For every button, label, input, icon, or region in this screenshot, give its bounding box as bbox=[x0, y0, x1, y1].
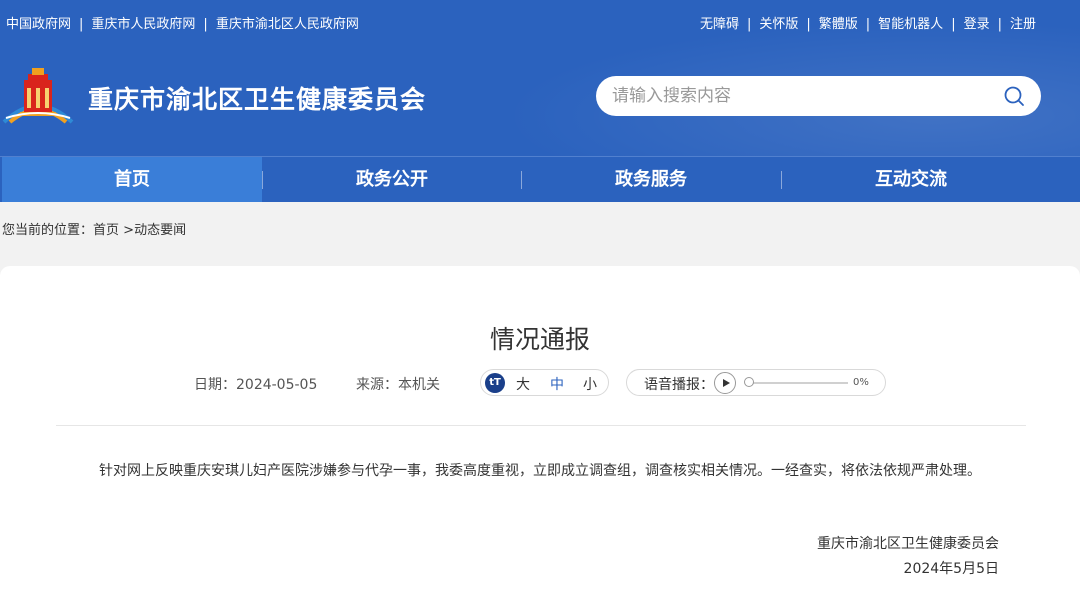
link-gov-cn[interactable]: 中国政府网 bbox=[6, 17, 71, 32]
audio-progress-knob[interactable] bbox=[744, 377, 754, 387]
site-title[interactable]: 重庆市渝北区卫生健康委员会 bbox=[88, 80, 426, 116]
search-input[interactable] bbox=[612, 84, 982, 108]
top-links-right: 无障碍 | 关怀版 | 繁體版 | 智能机器人 | 登录 | 注册 bbox=[699, 17, 1036, 32]
nav-item-services[interactable]: 政务服务 bbox=[521, 157, 781, 202]
breadcrumb-prefix: 您当前的位置： bbox=[2, 223, 94, 238]
article-date: 日期：2024-05-05 bbox=[194, 377, 318, 393]
emblem-icon[interactable] bbox=[2, 68, 74, 124]
article-card bbox=[0, 266, 1080, 605]
nav-item-public-affairs[interactable]: 政务公开 bbox=[262, 157, 522, 202]
article-title: 情况通报 bbox=[489, 325, 590, 354]
divider-line bbox=[56, 425, 1026, 426]
link-care-mode[interactable]: 关怀版 bbox=[759, 17, 798, 32]
breadcrumb-home[interactable]: 首页 bbox=[93, 223, 119, 238]
breadcrumb: 您当前的位置：首页 >动态要闻 bbox=[2, 223, 187, 238]
search-icon[interactable] bbox=[1003, 85, 1025, 107]
article-source: 来源：本机关 bbox=[356, 377, 440, 393]
site-header: 中国政府网 | 重庆市人民政府网 | 重庆市渝北区人民政府网 无障碍 | 关怀版 | 繁體版 | 智… bbox=[0, 0, 1080, 156]
link-accessibility[interactable]: 无障碍 bbox=[700, 17, 739, 32]
font-size-control: tT 大 中 小 bbox=[480, 369, 609, 396]
audio-label: 语音播报： bbox=[644, 377, 714, 393]
link-smart-robot[interactable]: 智能机器人 bbox=[878, 17, 943, 32]
top-links-left: 中国政府网 | 重庆市人民政府网 | 重庆市渝北区人民政府网 bbox=[6, 17, 359, 32]
main-nav: 首页 政务公开 政务服务 互动交流 bbox=[0, 156, 1080, 202]
link-yubei-gov[interactable]: 重庆市渝北区人民政府网 bbox=[216, 17, 359, 32]
audio-progress-percent: 0% bbox=[853, 377, 869, 388]
nav-item-interaction[interactable]: 互动交流 bbox=[781, 157, 1041, 202]
audio-progress-track[interactable] bbox=[748, 382, 848, 384]
article-sign-date: 2024年5月5日 bbox=[903, 561, 999, 577]
nav-item-home[interactable]: 首页 bbox=[2, 157, 262, 202]
link-cq-gov[interactable]: 重庆市人民政府网 bbox=[91, 17, 195, 32]
search-box bbox=[596, 76, 1041, 116]
breadcrumb-current[interactable]: 动态要闻 bbox=[134, 223, 186, 238]
article-body: 针对网上反映重庆安琪儿妇产医院涉嫌参与代孕一事，我委高度重视，立即成立调查组，调… bbox=[99, 463, 981, 479]
audio-player: 语音播报： 0% bbox=[626, 369, 886, 396]
font-size-icon: tT bbox=[485, 373, 505, 393]
play-icon[interactable] bbox=[714, 372, 736, 394]
font-size-medium[interactable]: 中 bbox=[550, 374, 564, 394]
link-traditional-chinese[interactable]: 繁體版 bbox=[819, 17, 858, 32]
link-login[interactable]: 登录 bbox=[964, 17, 990, 32]
link-register[interactable]: 注册 bbox=[1010, 17, 1036, 32]
font-size-large[interactable]: 大 bbox=[516, 374, 530, 394]
font-size-small[interactable]: 小 bbox=[583, 374, 597, 394]
article-signer: 重庆市渝北区卫生健康委员会 bbox=[817, 536, 999, 552]
